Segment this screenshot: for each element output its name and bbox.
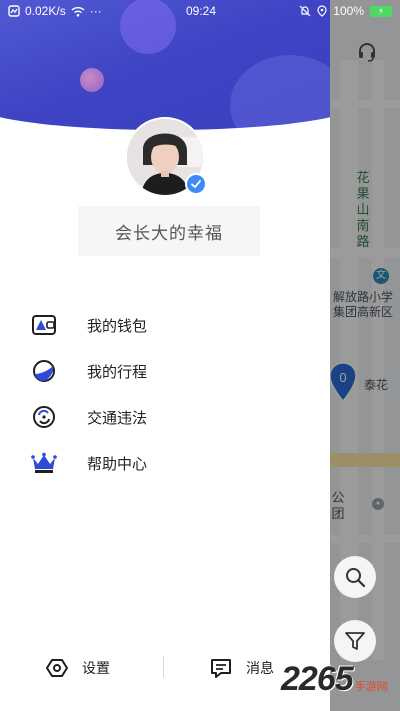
check-icon (191, 180, 201, 188)
settings-label: 设置 (82, 660, 110, 676)
crown-icon (30, 449, 58, 477)
wallet-icon (30, 311, 58, 339)
location-icon (317, 5, 327, 17)
decor-bubble (80, 68, 104, 92)
settings-icon (46, 659, 68, 677)
status-time: 09:24 (186, 4, 217, 18)
messages-button[interactable]: 消息 (210, 655, 274, 681)
username[interactable]: 会长大的幸福 (78, 206, 260, 256)
map-filter-button[interactable] (334, 620, 376, 662)
menu-item-label: 我的行程 (87, 363, 148, 381)
watermark-number: 2265 (281, 660, 354, 698)
more-indicator: ··· (89, 4, 102, 18)
settings-button[interactable]: 设置 (46, 655, 110, 681)
drawer-menu: 我的钱包 我的行程 交通违法 帮助中心 (30, 302, 290, 486)
battery-percent: 100% (333, 4, 364, 18)
headset-icon (359, 43, 375, 62)
watermark-text: 手游网 (354, 681, 388, 693)
verified-badge (185, 173, 207, 195)
violation-icon (30, 403, 58, 431)
filter-icon (345, 632, 365, 650)
messages-label: 消息 (246, 660, 274, 676)
decor-bubble (230, 55, 330, 130)
status-bar: 0.02K/s ··· 09:24 100% ⚡ (0, 0, 400, 22)
watermark: 2265 手游网 (281, 660, 388, 699)
battery-icon: ⚡ (370, 5, 392, 17)
side-drawer: 会长大的幸福 我的钱包 我的行程 交通违法 帮助中心 设置 消息 (0, 0, 330, 711)
network-speed: 0.02K/s (25, 4, 66, 18)
menu-item-wallet[interactable]: 我的钱包 (30, 302, 290, 348)
search-icon (346, 568, 366, 588)
menu-item-trips[interactable]: 我的行程 (30, 348, 290, 394)
profile-avatar[interactable] (125, 117, 207, 197)
wifi-icon (71, 6, 85, 16)
menu-item-traffic-violation[interactable]: 交通违法 (30, 394, 290, 440)
menu-item-label: 交通违法 (87, 409, 148, 427)
customer-service-button[interactable] (346, 31, 388, 73)
notification-icon (8, 5, 20, 17)
trip-icon (30, 357, 58, 385)
menu-item-label: 我的钱包 (87, 317, 148, 335)
message-icon (211, 659, 231, 678)
divider (163, 656, 164, 678)
menu-item-label: 帮助中心 (87, 455, 148, 473)
menu-item-help-center[interactable]: 帮助中心 (30, 440, 290, 486)
map-search-button[interactable] (334, 556, 376, 598)
mute-icon (299, 5, 311, 17)
